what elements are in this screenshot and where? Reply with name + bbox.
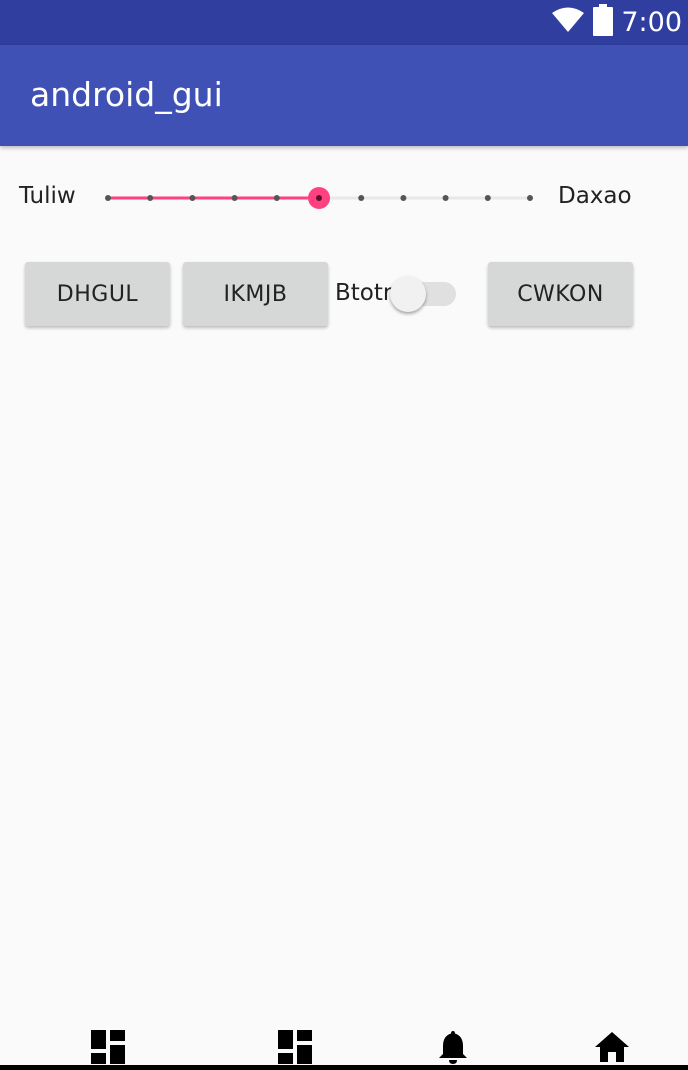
- slider-tick: [147, 195, 154, 201]
- battery-icon: [593, 4, 614, 41]
- status-bar: 7:00: [0, 0, 688, 45]
- ikmjb-button[interactable]: IKMJB: [183, 262, 328, 326]
- app-title: android_gui: [30, 75, 223, 114]
- dashboard-icon[interactable]: [276, 1028, 314, 1066]
- status-icons: 7:00: [551, 0, 682, 45]
- switch-label: Btotr: [335, 280, 393, 306]
- slider-tick: [358, 195, 365, 201]
- notifications-icon[interactable]: [434, 1028, 472, 1066]
- slider-tick: [527, 195, 533, 201]
- slider-track[interactable]: [105, 178, 533, 218]
- dhgul-button[interactable]: DHGUL: [25, 262, 170, 326]
- slider-tick: [105, 195, 111, 201]
- discrete-slider[interactable]: [105, 178, 533, 218]
- slider-tick: [442, 195, 449, 201]
- cwkon-button[interactable]: CWKON: [488, 262, 633, 326]
- bottom-navigation: [0, 1015, 688, 1070]
- slider-right-label: Daxao: [558, 183, 632, 209]
- toggle-switch[interactable]: [390, 276, 458, 312]
- dashboard-icon[interactable]: [89, 1028, 127, 1066]
- slider-tick: [400, 195, 407, 201]
- navigation-bar-edge: [0, 1065, 688, 1070]
- app-bar: android_gui: [0, 45, 688, 146]
- slider-left-label: Tuliw: [19, 183, 76, 209]
- slider-tick: [189, 195, 196, 201]
- slider-thumb-tick: [316, 195, 322, 201]
- slider-tick: [273, 195, 280, 201]
- slider-tick: [484, 195, 491, 201]
- switch-thumb[interactable]: [390, 276, 426, 312]
- status-time: 7:00: [621, 7, 682, 38]
- wifi-icon: [551, 7, 585, 38]
- home-icon[interactable]: [593, 1028, 631, 1066]
- slider-tick: [231, 195, 238, 201]
